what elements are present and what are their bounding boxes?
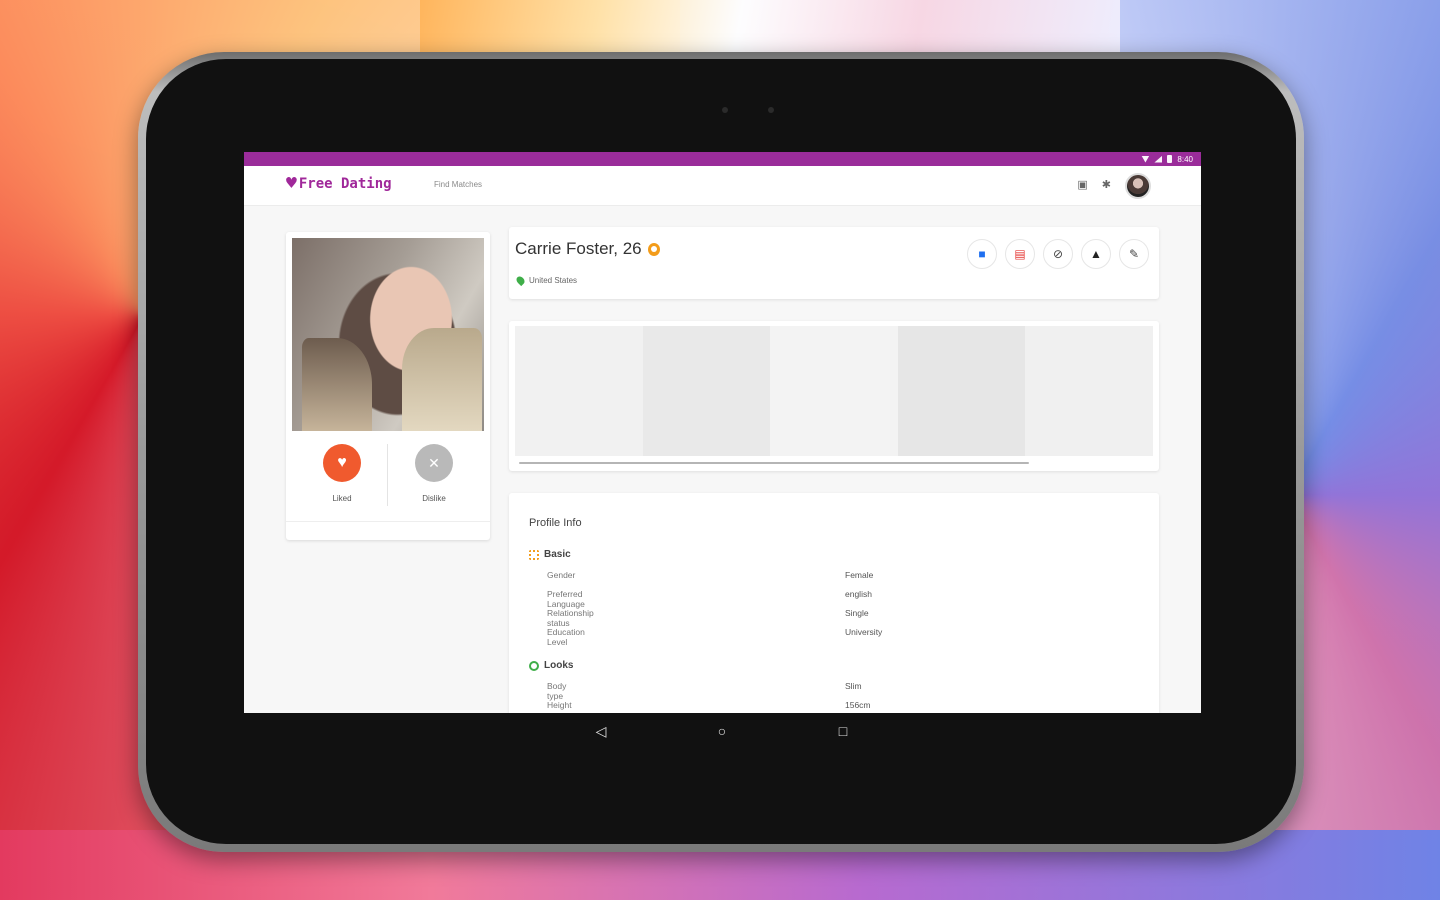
close-icon: ✕ — [428, 454, 440, 471]
logo-text: Free Dating — [298, 176, 392, 192]
profile-content: ♥ Liked ✕ Dislike Carrie Foster, 26 Unit… — [244, 206, 1201, 713]
gallery-tiles — [515, 326, 1153, 456]
avatar[interactable] — [1125, 173, 1151, 199]
front-camera — [722, 107, 728, 113]
location-pin-icon — [514, 274, 527, 287]
profile-photo[interactable] — [292, 238, 484, 431]
profile-location: United States — [514, 274, 578, 287]
heart-icon: ♥ — [337, 454, 347, 471]
app-bar: ♥ Free Dating Find Matches ▣ ✱ — [244, 166, 1201, 206]
photo-detail — [302, 338, 372, 431]
basic-heading-text: Basic — [544, 549, 571, 560]
info-value: Single — [845, 608, 869, 618]
profile-header-card: Carrie Foster, 26 United States ■ ▤ ⊘ ▲ … — [509, 227, 1159, 299]
looks-heading: Looks — [529, 660, 573, 671]
looks-rows: Body type Slim Height 156cm — [547, 677, 871, 713]
gallery-tile[interactable] — [642, 326, 771, 456]
info-value: Slim — [845, 681, 862, 691]
profile-name: Carrie Foster, 26 — [515, 239, 660, 259]
info-row: Gender Female — [547, 566, 873, 585]
notification-icon[interactable]: ✱ — [1102, 176, 1111, 194]
info-row: Education Level University — [547, 623, 882, 647]
like-actions: ♥ Liked ✕ Dislike — [286, 444, 490, 514]
report-button[interactable]: ▲ — [1081, 239, 1111, 269]
verified-badge-icon — [647, 242, 660, 256]
gallery-tile[interactable] — [770, 326, 898, 456]
basic-rows: Gender Female Preferred Language english… — [547, 566, 882, 647]
message-icon: ■ — [978, 247, 986, 261]
wifi-icon — [1141, 155, 1150, 163]
info-row: Height 156cm — [547, 696, 871, 713]
name-age-text: Carrie Foster, 26 — [515, 239, 642, 258]
front-sensor — [768, 107, 774, 113]
basic-section: Basic Gender Female Preferred Language e… — [529, 549, 882, 647]
status-time: 8:40 — [1177, 154, 1193, 164]
like-button[interactable]: ♥ — [323, 444, 361, 482]
back-icon[interactable]: ◁ — [594, 724, 608, 738]
message-button[interactable]: ■ — [967, 239, 997, 269]
photo-gallery-card — [509, 321, 1159, 471]
info-value: english — [845, 589, 872, 599]
info-value: University — [845, 627, 883, 637]
heart-icon: ♥ — [286, 173, 297, 194]
info-row: Relationship status Single — [547, 604, 869, 628]
profile-actions: ■ ▤ ⊘ ▲ ✎ — [967, 239, 1149, 269]
find-matches-link[interactable]: Find Matches — [434, 180, 482, 189]
appbar-icons: ▣ ✱ — [1077, 176, 1111, 194]
looks-heading-text: Looks — [544, 660, 574, 671]
info-value: 156cm — [845, 700, 871, 710]
recent-apps-icon[interactable]: □ — [836, 724, 850, 738]
basic-icon — [529, 549, 539, 560]
profile-photo-card: ♥ Liked ✕ Dislike — [286, 232, 490, 540]
info-row: Body type Slim — [547, 677, 862, 701]
gift-button[interactable]: ▤ — [1005, 239, 1035, 269]
dislike-label: Dislike — [422, 494, 446, 503]
info-key: Height — [547, 700, 572, 710]
info-key: Gender — [547, 570, 576, 580]
system-nav-bar: ◁ ○ □ — [580, 718, 860, 746]
edit-icon: ✎ — [1128, 247, 1140, 261]
info-title: Profile Info — [529, 517, 582, 529]
gallery-tile[interactable] — [1025, 326, 1153, 456]
like-action[interactable]: ♥ Liked — [292, 444, 392, 503]
photo-detail — [402, 328, 482, 431]
like-label: Liked — [332, 494, 352, 503]
looks-icon — [529, 660, 539, 671]
edit-button[interactable]: ✎ — [1119, 239, 1149, 269]
basic-heading: Basic — [529, 549, 571, 560]
divider — [286, 521, 490, 522]
report-icon: ▲ — [1090, 247, 1102, 261]
chat-icon[interactable]: ▣ — [1077, 176, 1087, 194]
app-logo[interactable]: ♥ Free Dating — [286, 175, 392, 193]
dislike-action[interactable]: ✕ Dislike — [384, 444, 484, 503]
gallery-tile[interactable] — [897, 326, 1026, 456]
gallery-scrollbar[interactable] — [519, 462, 1029, 464]
gallery-tile[interactable] — [515, 326, 643, 456]
home-icon[interactable]: ○ — [715, 724, 729, 738]
looks-section: Looks Body type Slim Height 156cm — [529, 660, 871, 713]
info-row: Preferred Language english — [547, 585, 872, 609]
info-value: Female — [845, 570, 874, 580]
signal-icon — [1154, 155, 1163, 163]
location-text: United States — [529, 276, 578, 285]
profile-info-card: Profile Info Basic Gender Female Preferr… — [509, 493, 1159, 713]
status-bar: 8:40 — [244, 152, 1201, 166]
info-key: Education Level — [547, 627, 585, 647]
gift-icon: ▤ — [1014, 247, 1026, 261]
dislike-button[interactable]: ✕ — [415, 444, 453, 482]
block-button[interactable]: ⊘ — [1043, 239, 1073, 269]
app-screen: 8:40 ♥ Free Dating Find Matches ▣ ✱ ♥ Li… — [244, 152, 1201, 713]
battery-icon — [1167, 155, 1173, 163]
block-icon: ⊘ — [1052, 247, 1064, 261]
